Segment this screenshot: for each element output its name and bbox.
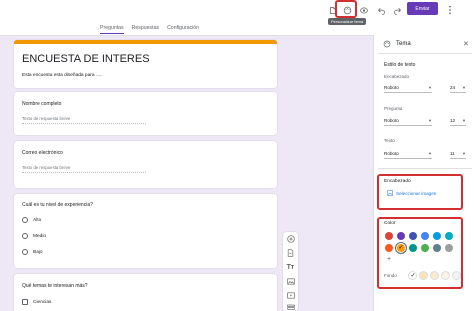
color-swatch[interactable]: [421, 244, 429, 252]
check-icon: ✓: [398, 245, 404, 251]
radio-option[interactable]: Alto: [22, 217, 41, 223]
text-style-header: Estilo de texto: [384, 62, 416, 68]
form-title[interactable]: ENCUESTA DE INTERES: [22, 53, 150, 65]
background-swatch[interactable]: [441, 271, 450, 280]
color-swatch[interactable]: [445, 244, 453, 252]
header-section-title: Encabezado: [384, 179, 411, 184]
color-swatch[interactable]: [385, 244, 393, 252]
header-size-select[interactable]: 24 ▼: [450, 85, 466, 93]
radio-button[interactable]: [22, 233, 28, 239]
add-color-button[interactable]: +: [387, 256, 391, 263]
question-font-select[interactable]: Roboto ▼: [384, 118, 432, 126]
short-answer-placeholder: Texto de respuesta breve: [22, 165, 146, 173]
add-question-icon[interactable]: [283, 234, 298, 244]
color-swatch[interactable]: [409, 232, 417, 240]
question-card[interactable]: Qué temas te interesan más? Ciencias: [14, 274, 277, 311]
add-image-icon[interactable]: [283, 276, 298, 286]
form-tabs: Preguntas Respuestas Configuración: [100, 25, 199, 34]
radio-option[interactable]: Bajo: [22, 249, 43, 255]
option-label: Medio: [33, 233, 47, 239]
question-card[interactable]: Nombre completo Texto de respuesta breve: [14, 92, 277, 135]
undo-icon[interactable]: [374, 3, 388, 17]
dropdown-arrow-icon: ▼: [462, 85, 466, 90]
check-icon: ✓: [410, 273, 416, 279]
question-size-value: 12: [450, 118, 456, 123]
color-swatch[interactable]: [385, 232, 393, 240]
theme-panel: Tema ✕ Estilo de texto Encabezado Roboto…: [373, 35, 474, 311]
header-size-value: 24: [450, 85, 456, 90]
dropdown-arrow-icon: ▼: [428, 85, 432, 90]
tab-preguntas[interactable]: Preguntas: [100, 25, 124, 34]
palette-icon: [383, 40, 391, 50]
question-title: Qué temas te interesan más?: [22, 283, 88, 289]
import-questions-icon[interactable]: [283, 248, 298, 258]
color-swatch[interactable]: [409, 244, 417, 252]
tab-respuestas[interactable]: Respuestas: [132, 25, 159, 34]
color-swatch[interactable]: [445, 232, 453, 240]
dropdown-arrow-icon: ▼: [462, 118, 466, 123]
question-font-label: Pregunta: [384, 106, 403, 111]
text-font-select[interactable]: Roboto ▼: [384, 151, 432, 159]
divider: [378, 168, 472, 169]
top-bar: Personalizar tema Enviar Preguntas Respu…: [0, 0, 474, 38]
text-font-label: Texto: [384, 138, 395, 143]
color-section-title: Color: [384, 221, 396, 226]
dropdown-arrow-icon: ▼: [428, 118, 432, 123]
option-label: Bajo: [33, 249, 43, 255]
background-swatch[interactable]: [430, 271, 439, 280]
form-canvas: ENCUESTA DE INTERES Esta encuesta esta d…: [0, 35, 373, 311]
checkbox[interactable]: [22, 299, 28, 305]
tab-configuracion[interactable]: Configuración: [167, 25, 199, 34]
radio-button[interactable]: [22, 217, 28, 223]
radio-button[interactable]: [22, 249, 28, 255]
more-vert-icon[interactable]: [443, 3, 457, 17]
header-font-value: Roboto: [384, 85, 399, 90]
dropdown-arrow-icon: ▼: [462, 151, 466, 156]
text-size-select[interactable]: 11 ▼: [450, 151, 466, 159]
select-image-button[interactable]: Seleccionar imagen: [387, 190, 436, 196]
option-label: Ciencias: [33, 299, 52, 305]
color-swatch[interactable]: [433, 232, 441, 240]
color-swatch[interactable]: ✓: [395, 242, 407, 254]
color-swatch[interactable]: [421, 232, 429, 240]
panel-title: Tema: [396, 41, 411, 47]
preview-icon[interactable]: [357, 3, 371, 17]
header-font-select[interactable]: Roboto ▼: [384, 85, 432, 93]
title-card[interactable]: ENCUESTA DE INTERES Esta encuesta esta d…: [14, 40, 277, 88]
question-card[interactable]: Correo electrónico Texto de respuesta br…: [14, 141, 277, 188]
background-swatch[interactable]: ✓: [408, 271, 417, 280]
text-font-value: Roboto: [384, 151, 399, 156]
color-swatch[interactable]: [397, 232, 405, 240]
divider: [378, 53, 472, 54]
text-size-value: 11: [450, 151, 455, 156]
short-answer-placeholder: Texto de respuesta breve: [22, 116, 146, 124]
question-title: Cuál es tu nivel de experiencia?: [22, 202, 93, 208]
question-card[interactable]: Cuál es tu nivel de experiencia? Alto Me…: [14, 194, 277, 268]
customize-tooltip: Personalizar tema: [328, 18, 367, 25]
select-image-label: Seleccionar imagen: [396, 190, 437, 196]
add-title-icon[interactable]: Tт: [283, 262, 298, 272]
background-swatch[interactable]: [452, 271, 461, 280]
header-font-label: Encabezado: [384, 74, 410, 79]
form-description[interactable]: Esta encuesta esta diseñada para .....: [22, 73, 103, 78]
floating-toolbar: Tт: [283, 232, 298, 311]
close-icon[interactable]: ✕: [463, 40, 469, 48]
dropdown-arrow-icon: ▼: [428, 151, 432, 156]
checkbox-option[interactable]: Ciencias: [22, 299, 51, 305]
redo-icon[interactable]: [390, 3, 404, 17]
add-video-icon[interactable]: [283, 290, 298, 300]
question-title: Correo electrónico: [22, 150, 63, 156]
add-section-icon[interactable]: [283, 302, 298, 311]
question-font-value: Roboto: [384, 118, 399, 123]
background-swatch[interactable]: [419, 271, 428, 280]
color-swatch[interactable]: [433, 244, 441, 252]
question-size-select[interactable]: 12 ▼: [450, 118, 466, 126]
send-button[interactable]: Enviar: [407, 2, 438, 15]
radio-option[interactable]: Medio: [22, 233, 46, 239]
palette-highlight: [335, 0, 357, 18]
question-title: Nombre completo: [22, 101, 62, 107]
image-icon: [387, 190, 393, 196]
option-label: Alto: [33, 217, 42, 223]
background-label: Fondo: [384, 273, 397, 278]
